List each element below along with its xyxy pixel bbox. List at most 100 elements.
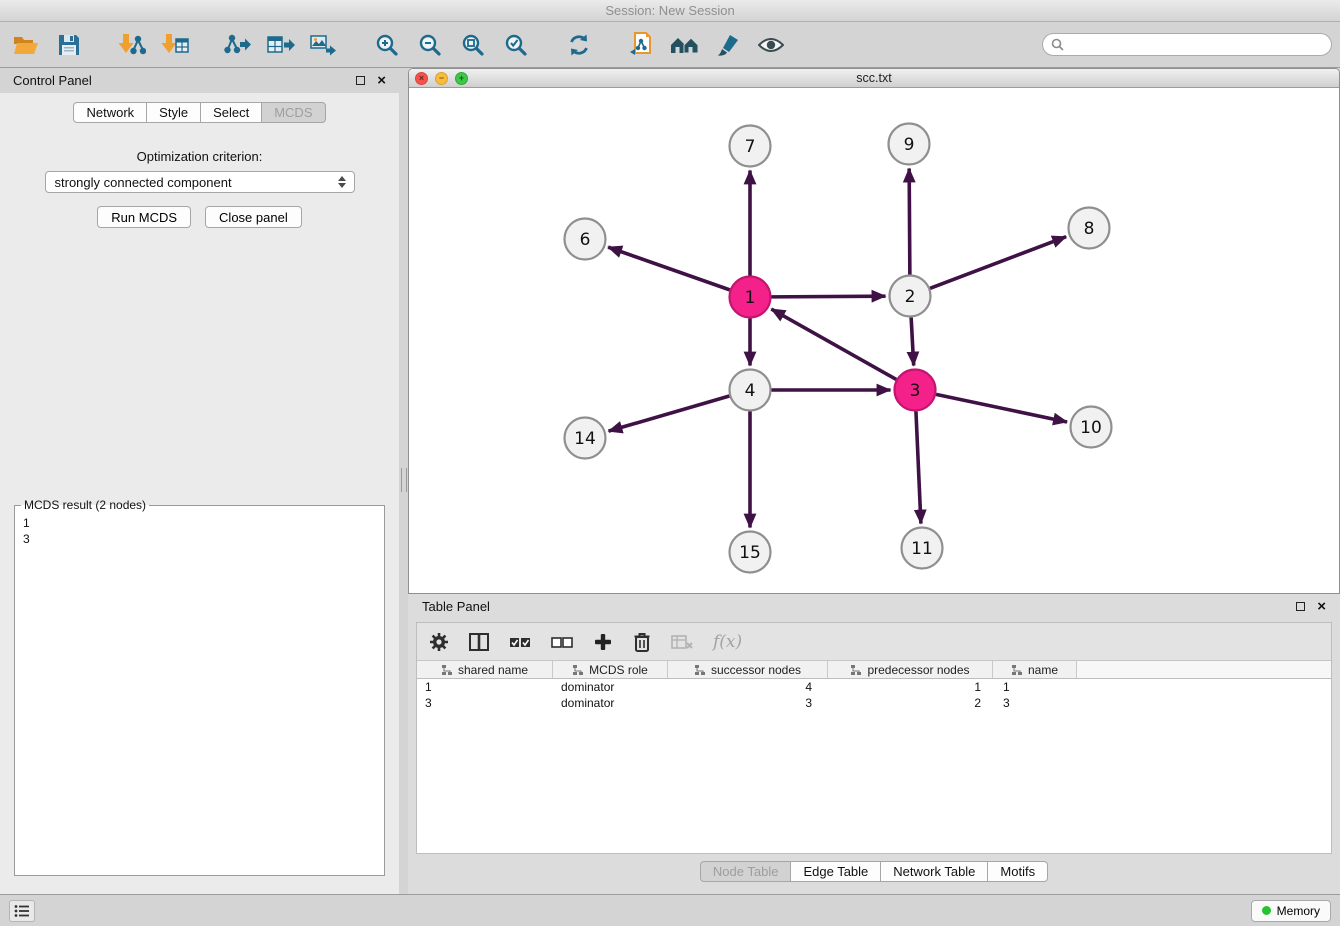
delete-table-button[interactable]	[671, 633, 693, 651]
svg-text:3: 3	[910, 381, 921, 401]
network-window-titlebar[interactable]: scc.txt × − +	[409, 69, 1339, 88]
column-header[interactable]: name	[993, 661, 1077, 679]
optimization-criterion-select[interactable]: strongly connected component	[45, 171, 355, 193]
zoom-selected-button[interactable]	[498, 27, 534, 63]
tab-mcds[interactable]: MCDS	[262, 102, 325, 123]
node-table-block: f(x) shared nameMCDS rolesuccessor nodes…	[416, 622, 1332, 854]
import-network-icon	[118, 33, 146, 57]
column-header[interactable]: predecessor nodes	[828, 661, 993, 679]
table-row[interactable]: 1dominator411	[417, 679, 1331, 695]
function-builder-button[interactable]: f(x)	[713, 632, 742, 652]
graph-edge-3-1[interactable]	[771, 309, 896, 379]
graph-edge-1-2[interactable]	[771, 296, 885, 297]
graph-node-2[interactable]: 2	[890, 276, 931, 317]
add-column-button[interactable]	[593, 632, 613, 652]
graph-node-1[interactable]: 1	[730, 277, 771, 318]
graph-edge-2-3[interactable]	[911, 317, 914, 365]
table-cell: dominator	[553, 695, 668, 711]
graph-node-9[interactable]: 9	[889, 124, 930, 165]
graph-edge-3-11[interactable]	[916, 411, 921, 523]
style-brush-button[interactable]	[710, 27, 746, 63]
panel-splitter[interactable]	[399, 68, 408, 894]
export-table-button[interactable]	[263, 27, 299, 63]
graph-node-4[interactable]: 4	[730, 370, 771, 411]
tab-motifs[interactable]: Motifs	[988, 861, 1048, 882]
split-panel-button[interactable]	[469, 633, 489, 651]
graph-node-6[interactable]: 6	[565, 219, 606, 260]
graph-node-14[interactable]: 14	[565, 418, 606, 459]
graph-node-8[interactable]: 8	[1069, 208, 1110, 249]
tab-style[interactable]: Style	[147, 102, 201, 123]
graph-edge-1-6[interactable]	[608, 247, 730, 290]
graph-edge-3-10[interactable]	[936, 394, 1067, 422]
graph-edge-2-8[interactable]	[930, 237, 1066, 289]
table-settings-button[interactable]	[429, 632, 449, 652]
graph-node-15[interactable]: 15	[730, 532, 771, 573]
float-panel-icon[interactable]	[356, 76, 365, 85]
search-input[interactable]	[1069, 37, 1323, 53]
tab-select[interactable]: Select	[201, 102, 262, 123]
svg-text:4: 4	[745, 381, 756, 401]
svg-text:8: 8	[1084, 219, 1095, 239]
list-icon	[14, 904, 30, 918]
close-table-panel-icon[interactable]: ×	[1317, 599, 1326, 614]
table-toolbar: f(x)	[417, 623, 1331, 661]
network-window: scc.txt × − + 7 9 6 8 1 2 4 3 14 10 15 11	[408, 68, 1340, 594]
graph-edge-2-9[interactable]	[909, 168, 910, 274]
close-window-icon[interactable]: ×	[415, 72, 428, 85]
tab-network[interactable]: Network	[73, 102, 147, 123]
import-table-button[interactable]	[157, 27, 193, 63]
svg-text:14: 14	[574, 429, 596, 449]
window-titlebar[interactable]: Session: New Session	[0, 0, 1340, 22]
tab-network-table[interactable]: Network Table	[881, 861, 988, 882]
export-network-button[interactable]	[220, 27, 256, 63]
network-clipboard-button[interactable]	[624, 27, 660, 63]
first-neighbors-button[interactable]	[667, 27, 703, 63]
export-table-icon	[267, 33, 295, 57]
export-image-button[interactable]	[306, 27, 342, 63]
graph-node-3[interactable]: 3	[895, 370, 936, 411]
svg-text:2: 2	[905, 287, 916, 307]
column-header[interactable]: shared name	[417, 661, 553, 679]
deselect-all-button[interactable]	[551, 634, 573, 650]
table-row[interactable]: 3dominator323	[417, 695, 1331, 711]
table-tabs: Node Table Edge Table Network Table Moti…	[416, 854, 1332, 888]
show-hide-button[interactable]	[753, 27, 789, 63]
open-session-button[interactable]	[8, 27, 44, 63]
column-header[interactable]: MCDS role	[553, 661, 668, 679]
select-all-button[interactable]	[509, 634, 531, 650]
refresh-icon	[567, 33, 591, 57]
run-mcds-button[interactable]: Run MCDS	[97, 206, 191, 228]
refresh-button[interactable]	[561, 27, 597, 63]
zoom-out-button[interactable]	[412, 27, 448, 63]
network-canvas[interactable]: 7 9 6 8 1 2 4 3 14 10 15 11	[409, 88, 1339, 593]
minimize-window-icon[interactable]: −	[435, 72, 448, 85]
import-table-icon	[161, 33, 189, 57]
graph-node-10[interactable]: 10	[1071, 407, 1112, 448]
tab-edge-table[interactable]: Edge Table	[791, 861, 881, 882]
mcds-result-label: MCDS result (2 nodes)	[21, 498, 149, 512]
graph-edge-4-14[interactable]	[609, 396, 730, 431]
graph-node-11[interactable]: 11	[902, 528, 943, 569]
import-network-button[interactable]	[114, 27, 150, 63]
table-header: shared nameMCDS rolesuccessor nodesprede…	[417, 661, 1331, 679]
tab-node-table[interactable]: Node Table	[700, 861, 792, 882]
delete-column-button[interactable]	[633, 632, 651, 652]
float-table-panel-icon[interactable]	[1296, 602, 1305, 611]
zoom-in-button[interactable]	[369, 27, 405, 63]
zoom-fit-button[interactable]	[455, 27, 491, 63]
save-session-button[interactable]	[51, 27, 87, 63]
window-title: Session: New Session	[605, 3, 734, 18]
svg-text:6: 6	[580, 230, 591, 250]
memory-button[interactable]: Memory	[1251, 900, 1331, 922]
graph-node-7[interactable]: 7	[730, 126, 771, 167]
search-box[interactable]	[1042, 33, 1332, 56]
close-control-panel-icon[interactable]: ×	[377, 73, 386, 88]
panel-menu-button[interactable]	[9, 900, 35, 922]
close-panel-button[interactable]: Close panel	[205, 206, 302, 228]
houses-icon	[670, 34, 700, 56]
fx-icon: f(x)	[713, 632, 742, 652]
zoom-window-icon[interactable]: +	[455, 72, 468, 85]
column-header[interactable]: successor nodes	[668, 661, 828, 679]
window-controls: × − +	[415, 72, 468, 85]
